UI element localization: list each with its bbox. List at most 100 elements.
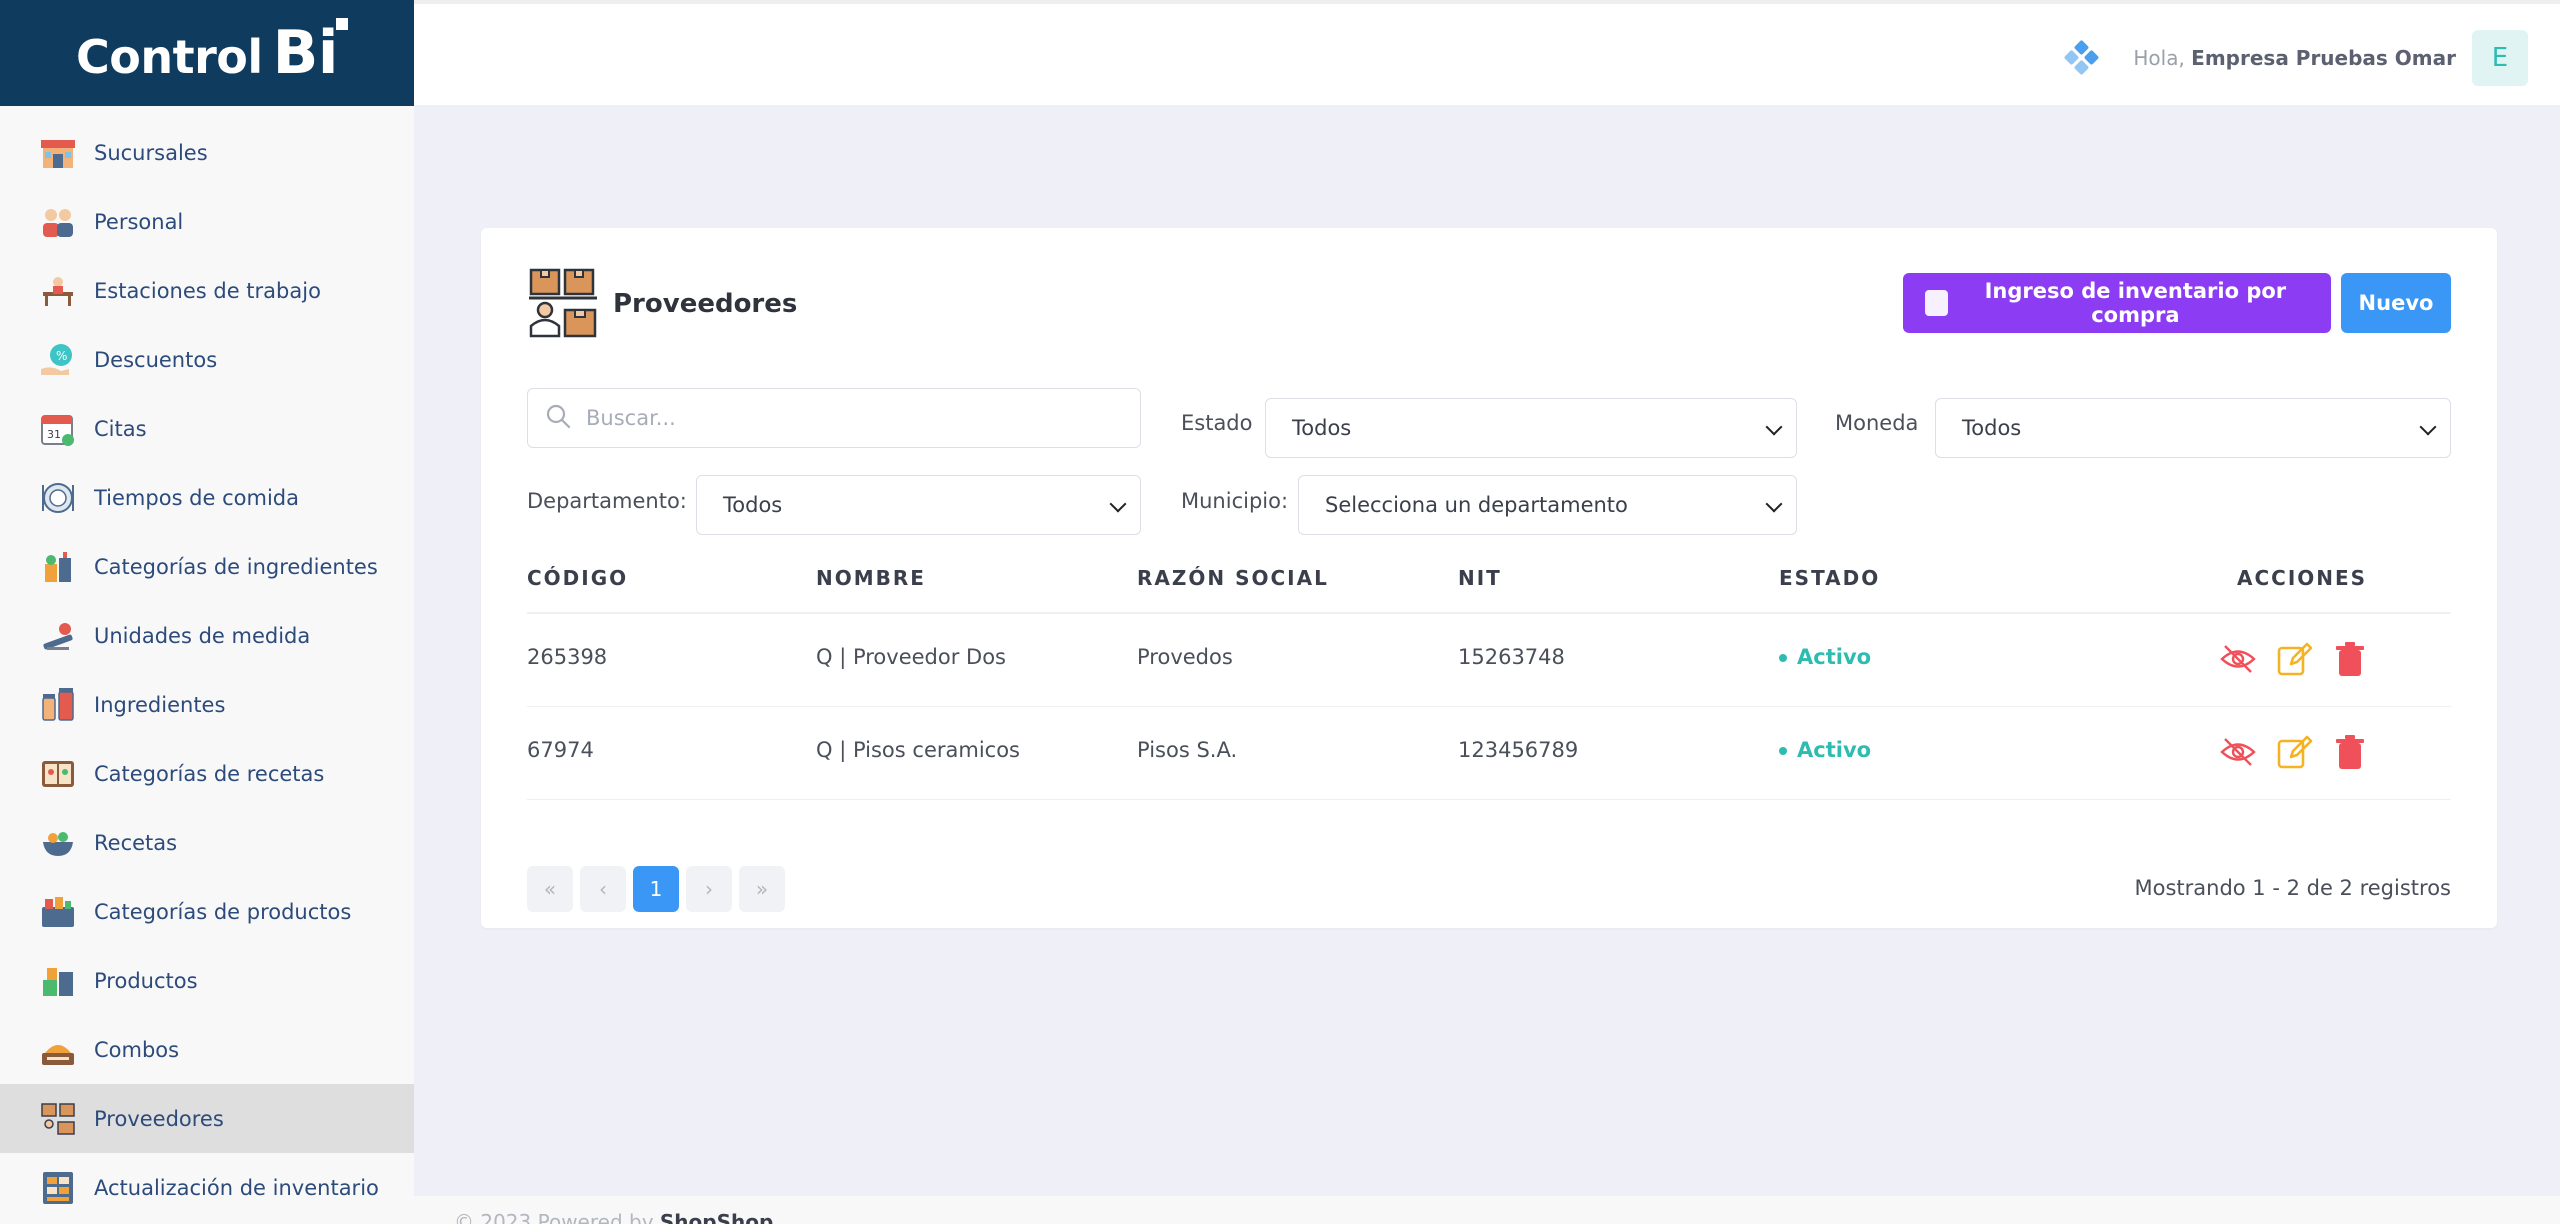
sidebar-item-categorias-recetas[interactable]: Categorías de recetas: [0, 739, 414, 808]
people-icon: [38, 202, 78, 242]
first-page-button[interactable]: «: [527, 866, 573, 912]
eye-off-icon[interactable]: [2219, 640, 2257, 678]
plate-icon: [38, 478, 78, 518]
card-header: Proveedores: [527, 266, 797, 342]
calendar-icon: 31: [38, 409, 78, 449]
page-button-current[interactable]: 1: [633, 866, 679, 912]
new-button[interactable]: Nuevo: [2341, 273, 2451, 333]
sidebar-item-unidades-medida[interactable]: Unidades de medida: [0, 601, 414, 670]
edit-icon[interactable]: [2275, 640, 2313, 678]
footer-text: © 2023 Powered by ShopShop: [454, 1210, 773, 1224]
table-row: 67974 Q | Pisos ceramicos Pisos S.A. 123…: [527, 707, 2451, 800]
column-header[interactable]: NIT: [1458, 566, 1502, 590]
bowl-icon: [38, 823, 78, 863]
eye-off-icon[interactable]: [2219, 733, 2257, 771]
sidebar-item-proveedores[interactable]: Proveedores: [0, 1084, 414, 1153]
sidebar-item-label: Ingredientes: [94, 692, 226, 717]
municipio-label: Municipio:: [1181, 489, 1289, 513]
brand-logo[interactable]: Control Bi: [0, 0, 414, 106]
column-header[interactable]: NOMBRE: [816, 566, 926, 590]
sidebar-item-sucursales[interactable]: Sucursales: [0, 118, 414, 187]
suppliers-card: Proveedores Ingreso de inventario por co…: [481, 228, 2497, 928]
inventory-purchase-label: Ingreso de inventario por compra: [1984, 279, 2287, 327]
estado-select[interactable]: Todos: [1265, 398, 1797, 458]
page-title: Proveedores: [613, 289, 798, 319]
sidebar-item-categorias-productos[interactable]: Categorías de productos: [0, 877, 414, 946]
departamento-value: Todos: [723, 493, 783, 517]
sidebar-item-label: Descuentos: [94, 347, 218, 372]
cell-nombre: Q | Pisos ceramicos: [816, 738, 1020, 762]
last-page-button[interactable]: »: [739, 866, 785, 912]
next-page-button[interactable]: ›: [686, 866, 732, 912]
chevron-down-icon: [1765, 418, 1783, 436]
departamento-label: Departamento:: [527, 489, 687, 513]
box-icon: [1925, 290, 1948, 316]
sidebar-item-label: Proveedores: [94, 1106, 224, 1131]
sidebar-item-label: Combos: [94, 1037, 180, 1062]
row-actions: [2219, 733, 2369, 771]
scale-icon: [38, 616, 78, 656]
footer-prefix: © 2023 Powered by: [454, 1210, 654, 1224]
sidebar-item-ingredientes[interactable]: Ingredientes: [0, 670, 414, 739]
moneda-label: Moneda: [1835, 411, 1919, 435]
svg-text:%: %: [56, 349, 67, 363]
apps-icon[interactable]: [2063, 39, 2100, 76]
chevron-down-icon: [1109, 495, 1127, 513]
footer-company[interactable]: ShopShop: [660, 1210, 773, 1224]
sidebar-item-productos[interactable]: Productos: [0, 946, 414, 1015]
workstation-icon: [38, 271, 78, 311]
column-header[interactable]: ESTADO: [1779, 566, 1880, 590]
sidebar-item-label: Personal: [94, 209, 184, 234]
sidebar-item-label: Categorías de ingredientes: [94, 554, 378, 579]
brand-suffix: Bi: [272, 18, 349, 88]
trash-icon[interactable]: [2331, 733, 2369, 771]
chevron-down-icon: [2419, 418, 2437, 436]
records-summary: Mostrando 1 - 2 de 2 registros: [2134, 876, 2452, 900]
sidebar-item-label: Sucursales: [94, 140, 208, 165]
cell-nit: 15263748: [1458, 645, 1565, 669]
municipio-select[interactable]: Selecciona un departamento: [1298, 475, 1797, 535]
sidebar-item-citas[interactable]: 31 Citas: [0, 394, 414, 463]
search-box: [527, 388, 1141, 448]
departamento-select[interactable]: Todos: [696, 475, 1141, 535]
sidebar-item-personal[interactable]: Personal: [0, 187, 414, 256]
column-header[interactable]: RAZÓN SOCIAL: [1137, 566, 1329, 590]
avatar[interactable]: E: [2472, 30, 2528, 86]
column-header: ACCIONES: [2237, 566, 2368, 590]
footer: © 2023 Powered by ShopShop: [414, 1196, 2560, 1224]
products-category-icon: [38, 892, 78, 932]
cell-nit: 123456789: [1458, 738, 1579, 762]
sidebar-item-tiempos-comida[interactable]: Tiempos de comida: [0, 463, 414, 532]
prev-page-button[interactable]: ‹: [580, 866, 626, 912]
estado-value: Todos: [1292, 416, 1352, 440]
jars-icon: [38, 685, 78, 725]
search-input[interactable]: [586, 406, 1106, 430]
edit-icon[interactable]: [2275, 733, 2313, 771]
ingredients-category-icon: [38, 547, 78, 587]
brand-name: Control: [76, 30, 263, 84]
supplier-icon: [527, 266, 599, 342]
sidebar-item-combos[interactable]: Combos: [0, 1015, 414, 1084]
sidebar-item-label: Categorías de recetas: [94, 761, 325, 786]
search-icon: [544, 402, 572, 434]
cell-codigo: 265398: [527, 645, 608, 669]
store-icon: [38, 133, 78, 173]
sidebar-item-estaciones[interactable]: Estaciones de trabajo: [0, 256, 414, 325]
cell-razon-social: Pisos S.A.: [1137, 738, 1238, 762]
supplier-icon: [38, 1099, 78, 1139]
sidebar-item-actualizacion-inventario[interactable]: Actualización de inventario: [0, 1153, 414, 1222]
sidebar-item-label: Estaciones de trabajo: [94, 278, 321, 303]
top-header: Hola, Empresa Pruebas Omar E: [414, 0, 2560, 105]
trash-icon[interactable]: [2331, 640, 2369, 678]
moneda-select[interactable]: Todos: [1935, 398, 2451, 458]
svg-text:31: 31: [47, 428, 61, 441]
column-header[interactable]: CÓDIGO: [527, 566, 628, 590]
inventory-purchase-button[interactable]: Ingreso de inventario por compra: [1903, 273, 2331, 333]
header-user-area: Hola, Empresa Pruebas Omar E: [2063, 30, 2528, 86]
sidebar-item-categorias-ingredientes[interactable]: Categorías de ingredientes: [0, 532, 414, 601]
table-header: CÓDIGO NOMBRE RAZÓN SOCIAL NIT ESTADO AC…: [527, 566, 2451, 614]
status-badge: Activo: [1779, 645, 1871, 669]
sidebar-item-recetas[interactable]: Recetas: [0, 808, 414, 877]
sidebar-item-label: Categorías de productos: [94, 899, 352, 924]
sidebar-item-descuentos[interactable]: % Descuentos: [0, 325, 414, 394]
